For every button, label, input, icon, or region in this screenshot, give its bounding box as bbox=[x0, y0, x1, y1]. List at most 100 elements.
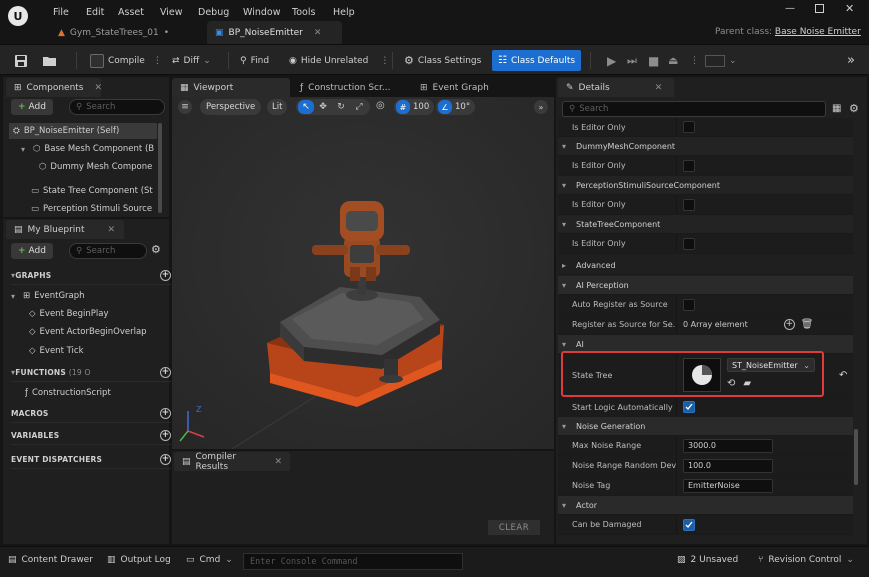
close-tab-icon[interactable]: ✕ bbox=[108, 225, 116, 235]
component-item-state-tree[interactable]: ▭ State Tree Component (St bbox=[31, 183, 157, 199]
reset-to-default-icon[interactable]: ↶ bbox=[839, 370, 847, 381]
add-macro-icon[interactable]: + bbox=[160, 408, 171, 419]
class-defaults-button[interactable]: ☷ Class Defaults bbox=[492, 50, 582, 71]
graph-item-eventgraph[interactable]: ▾ ⊞ EventGraph bbox=[11, 288, 161, 304]
perspective-button[interactable]: Perspective bbox=[200, 99, 262, 115]
parent-class-link[interactable]: Base Noise Emitter bbox=[775, 27, 861, 37]
gear-icon[interactable]: ⚙ bbox=[151, 243, 161, 256]
event-item-tick[interactable]: ◇ Event Tick bbox=[29, 343, 164, 359]
max-noise-range-input[interactable]: 3000.0 bbox=[683, 438, 773, 453]
kebab-icon[interactable]: ⋮ bbox=[380, 56, 389, 66]
category-ai-perception[interactable]: ▾ AI Perception bbox=[558, 276, 853, 295]
play-icon[interactable]: ▶ bbox=[603, 50, 620, 71]
components-search-input[interactable]: ⚲ Search bbox=[69, 99, 165, 115]
cmd-dropdown[interactable]: ▭ Cmd ⌄ bbox=[186, 555, 233, 565]
checkbox[interactable] bbox=[683, 298, 695, 311]
close-tab-icon[interactable]: ✕ bbox=[274, 457, 282, 467]
noise-random-input[interactable]: 100.0 bbox=[683, 458, 773, 473]
kebab-icon[interactable]: ⋮ bbox=[153, 56, 162, 66]
checkbox[interactable] bbox=[683, 121, 695, 133]
event-item-actorbeginoverlap[interactable]: ◇ Event ActorBeginOverlap bbox=[29, 324, 164, 340]
trash-icon[interactable]: 🗑 bbox=[801, 319, 814, 330]
stop-icon[interactable]: ■ bbox=[644, 50, 663, 71]
scale-icon[interactable]: ⤢ bbox=[350, 102, 368, 112]
blueprint-search-input[interactable]: ⚲ Search bbox=[69, 243, 147, 259]
browse-icon[interactable] bbox=[38, 50, 61, 71]
debug-filter-dropdown[interactable]: ⌄ bbox=[703, 50, 739, 71]
maximize-icon[interactable] bbox=[815, 4, 824, 13]
noise-tag-input[interactable]: EmitterNoise bbox=[683, 478, 773, 493]
graphs-section[interactable]: ▾GRAPHS + bbox=[11, 267, 171, 285]
functions-section[interactable]: ▾FUNCTIONS (19 O + bbox=[11, 364, 171, 382]
close-window-icon[interactable]: ✕ bbox=[845, 2, 854, 15]
menu-help[interactable]: Help bbox=[333, 7, 355, 18]
category-advanced[interactable]: ▸ Advanced bbox=[558, 256, 853, 275]
compile-button[interactable]: Compile ⋮ bbox=[86, 50, 166, 71]
find-button[interactable]: ⚲ Find bbox=[236, 50, 273, 71]
checkbox[interactable] bbox=[683, 237, 695, 250]
component-item-base-mesh[interactable]: ▾ ⬡ Base Mesh Component (B bbox=[21, 141, 157, 157]
add-variable-icon[interactable]: + bbox=[160, 430, 171, 441]
rotate-icon[interactable]: ↻ bbox=[332, 102, 350, 112]
viewport-options-icon[interactable]: » bbox=[534, 100, 548, 114]
menu-tools[interactable]: Tools bbox=[292, 7, 315, 18]
menu-file[interactable]: File bbox=[53, 7, 69, 18]
tab-details[interactable]: ✎ Details ✕ bbox=[558, 78, 674, 97]
close-tab-icon[interactable]: ✕ bbox=[314, 28, 322, 38]
hide-unrelated-button[interactable]: ◉ Hide Unrelated ⋮ bbox=[285, 50, 393, 71]
menu-debug[interactable]: Debug bbox=[198, 7, 229, 18]
kebab-icon[interactable]: ⋮ bbox=[686, 50, 703, 71]
add-component-button[interactable]: + Add bbox=[11, 99, 53, 115]
save-icon[interactable] bbox=[10, 50, 32, 71]
angle-snap-button[interactable]: ∠ 10° bbox=[436, 99, 476, 115]
tab-blueprint[interactable]: ▣ BP_NoiseEmitter ✕ bbox=[207, 21, 342, 44]
component-item-self[interactable]: ⛭ BP_NoiseEmitter (Self) bbox=[9, 123, 157, 139]
output-log-button[interactable]: ▥ Output Log bbox=[107, 555, 171, 565]
tab-components[interactable]: ⊞ Components ✕ bbox=[6, 78, 103, 97]
chevron-down-icon[interactable]: ▾ bbox=[11, 292, 19, 301]
menu-edit[interactable]: Edit bbox=[86, 7, 104, 18]
component-item-perception[interactable]: ▭ Perception Stimuli Source bbox=[31, 201, 157, 217]
details-search-input[interactable]: ⚲ Search bbox=[562, 101, 826, 117]
macros-section[interactable]: MACROS + bbox=[11, 405, 171, 423]
close-tab-icon[interactable]: ✕ bbox=[95, 83, 103, 93]
grid-snap-button[interactable]: # 100 bbox=[394, 99, 435, 115]
add-element-icon[interactable]: + bbox=[783, 319, 795, 330]
select-icon[interactable]: ↖ bbox=[298, 100, 314, 114]
lit-button[interactable]: Lit bbox=[267, 99, 288, 115]
menu-view[interactable]: View bbox=[160, 7, 183, 18]
menu-window[interactable]: Window bbox=[243, 7, 280, 18]
diff-button[interactable]: ⇄ Diff ⌄ bbox=[168, 50, 215, 71]
class-settings-button[interactable]: ⚙ Class Settings bbox=[400, 50, 485, 71]
category-perception[interactable]: ▾ PerceptionStimuliSourceComponent bbox=[558, 176, 853, 195]
tab-construction-script[interactable]: ƒ Construction Scr... bbox=[292, 78, 410, 97]
category-actor[interactable]: ▾ Actor bbox=[558, 496, 853, 515]
checkbox-checked[interactable] bbox=[683, 401, 695, 413]
chevron-down-icon[interactable]: ▾ bbox=[21, 145, 29, 154]
category-dummy-mesh[interactable]: ▾ DummyMeshComponent bbox=[558, 137, 853, 156]
variables-section[interactable]: VARIABLES + bbox=[11, 427, 171, 445]
add-function-icon[interactable]: + bbox=[160, 367, 171, 378]
tab-my-blueprint[interactable]: ▤ My Blueprint ✕ bbox=[6, 220, 124, 239]
category-state-tree-component[interactable]: ▾ StateTreeComponent bbox=[558, 215, 853, 234]
components-scrollbar[interactable] bbox=[158, 123, 162, 213]
console-input[interactable]: Enter Console Command bbox=[243, 553, 463, 570]
step-icon[interactable]: ⏭ bbox=[623, 50, 641, 71]
table-view-icon[interactable]: ▦ bbox=[832, 103, 841, 114]
gear-icon[interactable]: ⚙ bbox=[849, 102, 859, 115]
checkbox-checked[interactable] bbox=[683, 518, 695, 531]
category-noise-generation[interactable]: ▾ Noise Generation bbox=[558, 417, 853, 436]
add-graph-icon[interactable]: + bbox=[160, 270, 171, 281]
menu-asset[interactable]: Asset bbox=[118, 7, 144, 18]
tab-event-graph[interactable]: ⊞ Event Graph bbox=[412, 78, 530, 97]
add-dispatcher-icon[interactable]: + bbox=[160, 454, 171, 465]
viewport[interactable]: Z ≡ Perspective Lit ↖ ✥ ↻ ⤢ ◎ # 100 ∠ 10… bbox=[172, 97, 554, 449]
details-scrollbar[interactable] bbox=[854, 429, 858, 485]
viewport-menu-icon[interactable]: ≡ bbox=[178, 100, 192, 114]
revision-control-button[interactable]: ⑂ Revision Control ⌄ bbox=[758, 555, 854, 565]
tab-viewport[interactable]: ▦ Viewport bbox=[172, 78, 290, 97]
event-dispatchers-section[interactable]: EVENT DISPATCHERS + bbox=[11, 451, 171, 469]
world-icon[interactable]: ◎ bbox=[376, 100, 385, 111]
unsaved-button[interactable]: ▧ 2 Unsaved bbox=[677, 555, 738, 565]
function-item-constructionscript[interactable]: ƒ ConstructionScript bbox=[25, 385, 165, 401]
